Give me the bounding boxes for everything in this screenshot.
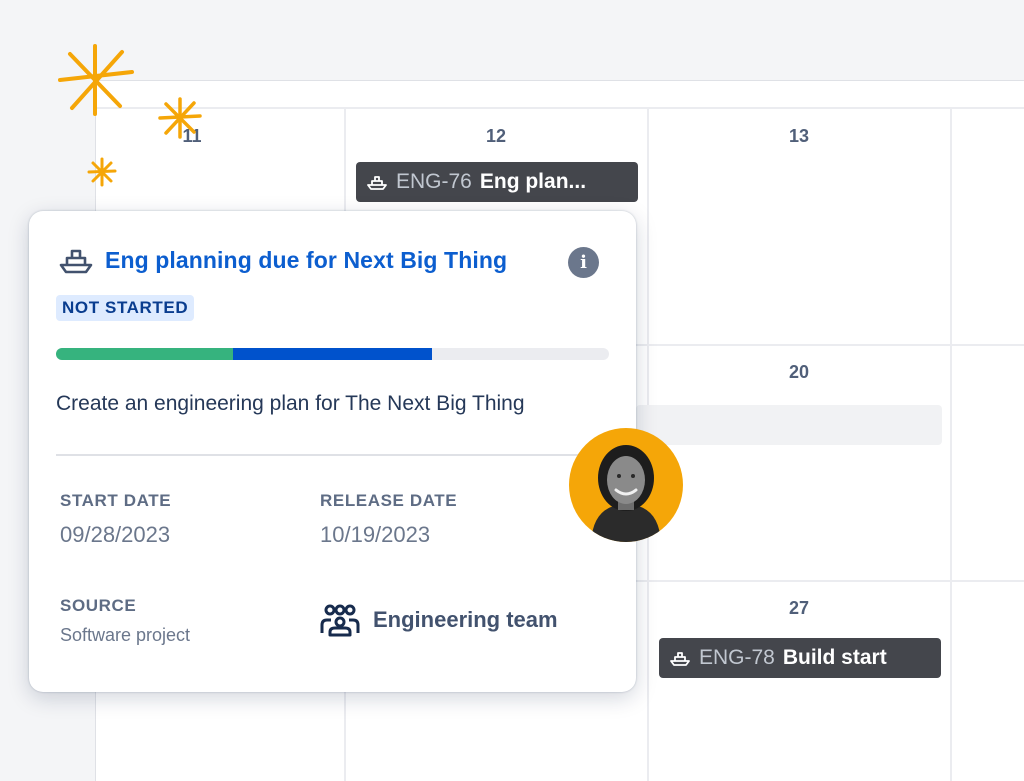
release-date-label: RELEASE DATE — [320, 491, 458, 510]
ship-icon — [670, 652, 690, 666]
progress-in-progress-segment — [232, 348, 433, 360]
info-icon[interactable]: i — [568, 247, 599, 278]
day-number-27: 27 — [788, 598, 810, 618]
source-value: Software project — [60, 625, 191, 645]
source-label: SOURCE — [60, 596, 137, 615]
release-date-value: 10/19/2023 — [320, 522, 431, 547]
ship-icon — [59, 249, 93, 273]
progress-bar — [56, 348, 609, 360]
calendar-top-divider — [96, 107, 1024, 109]
event-key: ENG-78 — [699, 646, 775, 669]
event-key: ENG-76 — [396, 170, 472, 193]
progress-done-segment — [56, 348, 233, 360]
day-number-12: 12 — [485, 126, 507, 146]
calendar-event-eng-76[interactable]: ENG-76 Eng plan... — [356, 162, 638, 202]
team-icon — [320, 604, 360, 637]
card-description: Create an engineering plan for The Next … — [56, 392, 525, 415]
day-number-13: 13 — [788, 126, 810, 146]
start-date-label: START DATE — [60, 491, 172, 510]
card-header: Eng planning due for Next Big Thing — [59, 247, 507, 274]
sparkle-icon — [58, 44, 134, 116]
card-title-link[interactable]: Eng planning due for Next Big Thing — [105, 247, 507, 274]
column-divider — [950, 109, 952, 781]
ship-icon — [367, 176, 387, 190]
team-label: Engineering team — [373, 607, 558, 632]
day-number-20: 20 — [788, 362, 810, 382]
team-link[interactable]: Engineering team — [319, 603, 558, 637]
card-divider — [56, 454, 609, 456]
calendar-event-eng-78[interactable]: ENG-78 Build start — [659, 638, 941, 678]
status-badge: NOT STARTED — [56, 295, 195, 321]
event-title: Build start — [782, 646, 887, 669]
sparkle-icon — [158, 97, 202, 139]
event-title: Eng plan... — [479, 170, 587, 193]
issue-detail-card: Eng planning due for Next Big Thing i NO… — [29, 211, 636, 692]
sparkle-icon — [87, 157, 117, 187]
avatar-portrait — [591, 445, 661, 542]
start-date-value: 09/28/2023 — [60, 522, 171, 547]
avatar[interactable] — [569, 428, 683, 542]
calendar-event-placeholder[interactable] — [636, 405, 942, 445]
